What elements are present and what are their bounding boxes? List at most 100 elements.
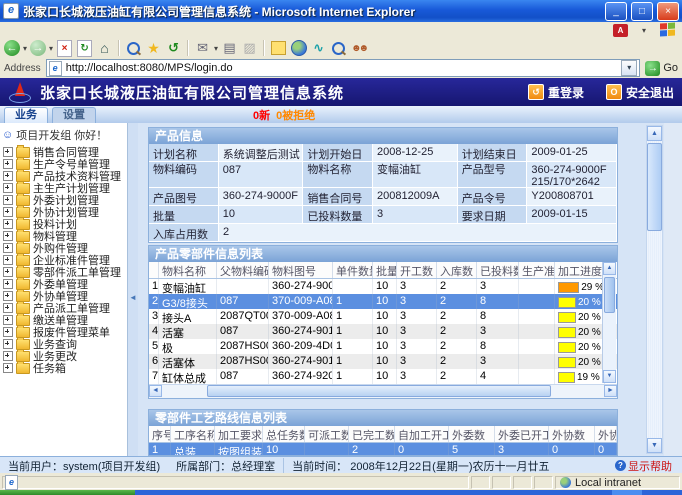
table-row[interactable]: 5 极 2087HS002 360-209-4D010 1 10 3 2 8 2… — [149, 339, 617, 354]
expand-icon[interactable] — [3, 147, 13, 157]
address-input[interactable]: e http://localhost:8080/MPS/login.do ▾ — [46, 59, 641, 77]
table-row[interactable]: 4 活塞 087 360-274-9010F 1 10 3 2 3 20 % — [149, 324, 617, 339]
minimize-button[interactable]: _ — [605, 2, 627, 21]
expand-icon[interactable] — [3, 339, 13, 349]
field-value: 3 — [373, 206, 458, 224]
column-header[interactable]: 序号 — [149, 426, 171, 442]
collapse-arrow-icon[interactable]: ◄ — [129, 293, 137, 302]
content-vscrollbar[interactable]: ▲ ▼ — [646, 125, 663, 454]
refresh-icon[interactable]: ↻ — [77, 40, 92, 57]
field-label: 批量 — [149, 206, 219, 224]
column-header[interactable]: 已完工数 — [349, 426, 395, 442]
column-header[interactable]: 外委已开工数 — [495, 426, 549, 442]
mail-dropdown-icon[interactable]: ▾ — [214, 44, 218, 53]
close-button[interactable]: × — [657, 2, 679, 21]
expand-icon[interactable] — [3, 171, 13, 181]
expand-icon[interactable] — [3, 219, 13, 229]
sidebar-items: 销售合同管理 生产令号单管理 产品技术资料管理 主生产计划管理 外委计划 — [0, 146, 127, 374]
scroll-thumb[interactable] — [647, 143, 662, 231]
go-button[interactable]: → Go — [645, 61, 678, 76]
globe-icon[interactable] — [291, 40, 307, 56]
column-header[interactable]: 工序名称 — [171, 426, 215, 442]
scroll-right-icon[interactable]: ► — [604, 385, 617, 397]
tab-settings[interactable]: 设置 — [52, 107, 96, 123]
scroll-up-icon[interactable]: ▲ — [647, 126, 662, 141]
hscroll-thumb[interactable] — [207, 385, 551, 397]
column-header[interactable]: 开工数 — [397, 262, 437, 278]
start-button-sliver[interactable] — [0, 490, 135, 495]
parts-table-vscrollbar[interactable]: ▲ ▼ — [602, 262, 616, 383]
pdf-toolbar-icon[interactable]: A — [613, 24, 628, 37]
expand-icon[interactable] — [3, 255, 13, 265]
expand-icon[interactable] — [3, 351, 13, 361]
expand-icon[interactable] — [3, 303, 13, 313]
expand-icon[interactable] — [3, 207, 13, 217]
column-header[interactable]: 生产准备 — [519, 262, 555, 278]
edit-icon[interactable]: ▨ — [241, 40, 258, 57]
table-row[interactable]: 6 活塞体 2087HS002 360-274-9011W 1 10 3 2 3… — [149, 354, 617, 369]
expand-icon[interactable] — [3, 159, 13, 169]
column-header[interactable]: 单件数量 — [333, 262, 373, 278]
maximize-button[interactable]: □ — [631, 2, 653, 21]
search-icon[interactable] — [127, 42, 140, 55]
column-header[interactable]: 自加工开工数 — [395, 426, 449, 442]
parts-table-hscrollbar[interactable]: ◄ ► — [149, 384, 617, 398]
address-url[interactable]: http://localhost:8080/MPS/login.do — [66, 62, 618, 74]
column-header[interactable]: 入库数 — [437, 262, 477, 278]
favorites-icon[interactable]: ★ — [145, 40, 162, 57]
scroll-left-icon[interactable]: ◄ — [149, 385, 162, 397]
back-dropdown-icon[interactable]: ▾ — [23, 44, 27, 53]
department: 所属部门：总经理室 — [168, 458, 283, 474]
table-row[interactable]: 1 总装 按图组装 10 2 0 5 3 0 0 — [149, 443, 617, 456]
sidebar-item[interactable]: 任务箱 — [0, 362, 127, 374]
table-row[interactable]: 1 变幅油缸 360-274-9000F 10 3 2 3 29 % — [149, 279, 617, 294]
forward-dropdown-icon[interactable]: ▾ — [49, 44, 53, 53]
history-icon[interactable]: ↺ — [165, 40, 182, 57]
expand-icon[interactable] — [3, 315, 13, 325]
column-header[interactable]: 外委数 — [449, 426, 495, 442]
scroll-up-icon[interactable]: ▲ — [603, 262, 616, 275]
table-row[interactable]: 2 G3/8接头 087 370-009-A0840 1 10 3 2 8 20… — [149, 294, 617, 309]
research-icon[interactable] — [332, 42, 345, 55]
column-header[interactable]: 外协 — [595, 426, 617, 442]
table-row[interactable]: 7 缸体总成 087 360-274-9200F 1 10 3 2 4 19 % — [149, 369, 617, 384]
mail-icon[interactable]: ✉ — [194, 40, 211, 57]
people-icon[interactable]: ☻☻ — [350, 40, 367, 57]
column-header[interactable]: 可派工数 — [305, 426, 349, 442]
column-header[interactable]: 加工要求 — [215, 426, 263, 442]
expand-icon[interactable] — [3, 183, 13, 193]
logout-button[interactable]: O 安全退出 — [606, 84, 674, 101]
expand-icon[interactable] — [3, 279, 13, 289]
forward-button[interactable]: → — [30, 40, 46, 56]
expand-icon[interactable] — [3, 195, 13, 205]
expand-icon[interactable] — [3, 327, 13, 337]
notes-icon[interactable] — [271, 41, 286, 55]
column-header[interactable]: 父物料编码 — [217, 262, 269, 278]
print-icon[interactable]: ▤ — [221, 40, 238, 57]
column-header[interactable]: 总任务数 — [263, 426, 305, 442]
tab-business[interactable]: 业务 — [4, 107, 48, 123]
expand-icon[interactable] — [3, 243, 13, 253]
column-header[interactable]: 物料图号 — [269, 262, 333, 278]
column-header[interactable]: 批量 — [373, 262, 397, 278]
column-header[interactable]: 加工进度 — [555, 262, 605, 278]
stop-icon[interactable]: × — [57, 40, 72, 57]
relogin-button[interactable]: ↺ 重登录 — [528, 84, 584, 101]
expand-icon[interactable] — [3, 291, 13, 301]
expand-icon[interactable] — [3, 231, 13, 241]
column-header[interactable]: 物料名称 — [159, 262, 217, 278]
address-dropdown-icon[interactable]: ▾ — [621, 60, 637, 76]
show-help-link[interactable]: ? 显示帮助 — [615, 458, 682, 474]
expand-icon[interactable] — [3, 363, 13, 373]
column-header[interactable]: 已投料数 — [477, 262, 519, 278]
back-button[interactable]: ← — [4, 40, 20, 56]
table-row[interactable]: 3 接头A 2087QT002 370-009-A0850 1 10 3 2 8… — [149, 309, 617, 324]
messenger-icon[interactable]: ∿ — [310, 40, 327, 57]
home-icon[interactable]: ⌂ — [96, 40, 113, 57]
scroll-down-icon[interactable]: ▼ — [647, 438, 662, 453]
scroll-down-icon[interactable]: ▼ — [603, 370, 616, 383]
pdf-dropdown-icon[interactable]: ▾ — [642, 26, 646, 35]
column-header[interactable]: 外协数 — [549, 426, 595, 442]
expand-icon[interactable] — [3, 267, 13, 277]
scroll-thumb[interactable] — [604, 277, 615, 313]
